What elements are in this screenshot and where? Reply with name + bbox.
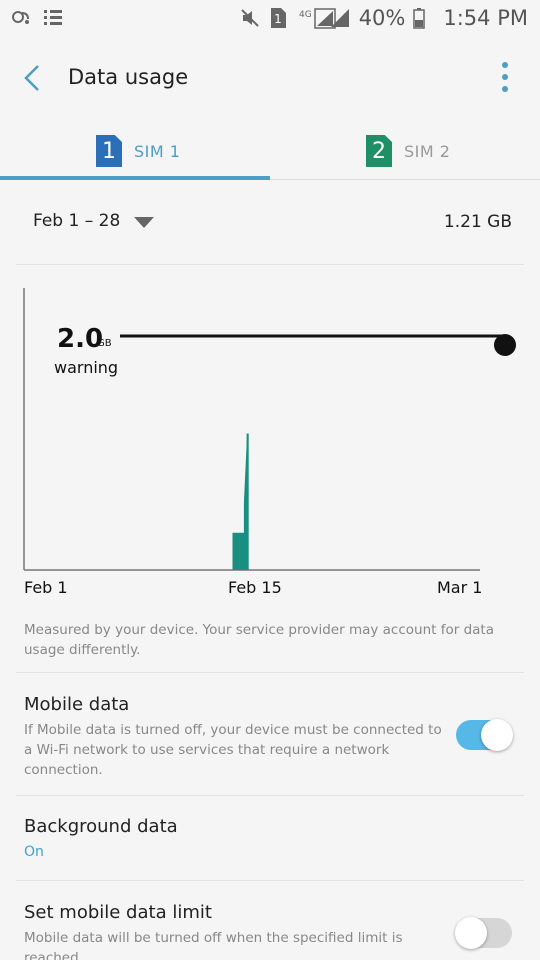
mobile-data-title: Mobile data [24,694,130,715]
more-vert-icon[interactable] [500,62,510,96]
measurement-note: Measured by your device. Your service pr… [24,622,494,658]
divider [16,672,524,673]
tab-sim-2[interactable]: 2 SIM 2 [366,122,450,180]
mobile-data-setting[interactable]: Mobile data If Mobile data is turned off… [0,690,540,795]
tab-sim-1-label: SIM 1 [134,141,181,161]
data-limit-toggle[interactable] [455,917,512,949]
mobile-data-description: If Mobile data is turned off, your devic… [24,722,442,778]
divider [16,795,524,796]
background-data-setting[interactable]: Background data On [0,812,540,880]
warning-unit: GB [97,338,112,349]
mute-icon [239,7,261,29]
list-icon [42,6,64,28]
sim-1-badge-icon: 1 [96,135,122,167]
tab-indicator [0,176,270,180]
divider [16,880,524,881]
x-label-end: Mar 1 [437,578,483,597]
data-limit-setting[interactable]: Set mobile data limit Mobile data will b… [0,898,540,960]
warning-handle[interactable] [494,334,516,356]
dropdown-arrow-icon [134,216,155,228]
background-data-value: On [24,844,44,860]
battery-percent: 40% [358,6,406,30]
tab-sim-1[interactable]: 1 SIM 1 [96,122,180,180]
warning-label: warning [54,358,119,377]
period-range: Feb 1 – 28 [33,211,121,231]
sim-indicator: 1 [274,12,282,26]
total-usage: 1.21 GB [443,212,512,232]
sim-icon: 1 [269,7,291,29]
mobile-data-toggle[interactable] [456,719,513,751]
signal-icon [329,7,351,29]
usage-chart: 2.0 GB warning Feb 1 Feb 15 Mar 1 [0,280,540,610]
sim-tabs: 1 SIM 1 2 SIM 2 [0,122,540,180]
network-label: 4G [299,10,312,20]
battery-icon [413,7,435,29]
sim-2-badge-icon: 2 [366,135,392,167]
data-limit-description: Mobile data will be turned off when the … [24,930,403,960]
back-arrow-icon[interactable] [18,60,52,100]
app-icon [10,6,32,28]
background-data-title: Background data [24,816,178,837]
period-selector[interactable]: Feb 1 – 28 [33,211,155,231]
signal-4g-icon: 4G [299,7,336,29]
usage-area-0 [232,433,249,570]
x-label-mid: Feb 15 [228,578,282,597]
tab-sim-2-label: SIM 2 [404,141,451,161]
clock: 1:54 PM [443,6,528,30]
period-row: Feb 1 – 28 1.21 GB [0,195,540,249]
data-limit-title: Set mobile data limit [24,902,212,923]
divider [16,264,524,265]
app-bar: Data usage [0,38,540,120]
x-label-start: Feb 1 [24,578,68,597]
page-title: Data usage [68,65,189,89]
status-bar: 1 4G 40% 1:54 PM [0,0,540,38]
